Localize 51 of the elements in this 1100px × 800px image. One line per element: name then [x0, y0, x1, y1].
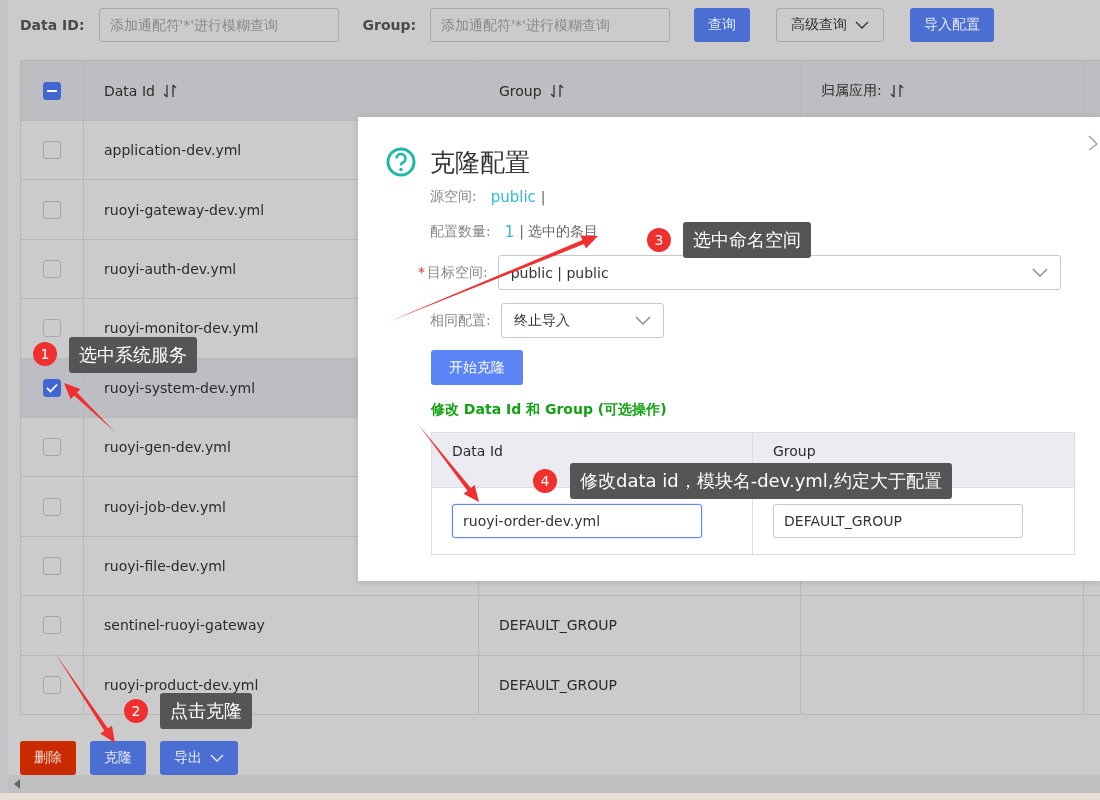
chevron-down-icon: [634, 316, 651, 325]
row-checkbox[interactable]: [43, 556, 61, 575]
callout: 点击克隆: [160, 693, 252, 729]
step-number: 2: [124, 699, 148, 723]
row-checkbox[interactable]: [43, 319, 61, 338]
chevron-down-icon: [210, 753, 224, 762]
dropdown-button[interactable]: 导出: [160, 740, 238, 775]
field-value: public: [490, 187, 536, 206]
row-checkbox[interactable]: [43, 497, 61, 516]
checkmark-icon: [46, 382, 58, 393]
scrollbar[interactable]: [8, 775, 1100, 793]
field-label: Group:: [362, 17, 417, 33]
data-id-field[interactable]: ruoyi-order-dev.yml: [452, 504, 702, 538]
field-value: 1: [504, 222, 515, 241]
table-cell: DEFAULT_GROUP: [478, 655, 800, 714]
row-checkbox[interactable]: [43, 675, 61, 694]
column-header: Group: [773, 443, 816, 459]
chevron-down-icon: [855, 21, 870, 29]
button[interactable]: 查询: [694, 8, 751, 42]
group-field[interactable]: DEFAULT_GROUP: [773, 504, 1023, 538]
callout: 选中系统服务: [69, 337, 197, 373]
search-field[interactable]: 添加通配符'*'进行模糊查询: [430, 8, 671, 42]
close-icon: [1088, 135, 1098, 151]
select-all-checkbox[interactable]: [43, 81, 61, 100]
row-checkbox[interactable]: [43, 200, 61, 219]
question-icon: [386, 147, 416, 177]
callout: 选中命名空间: [683, 222, 811, 258]
field-value: |: [540, 188, 546, 205]
search-field[interactable]: 添加通配符'*'进行模糊查询: [98, 8, 339, 42]
row-checkbox[interactable]: [43, 141, 61, 160]
row-checkbox[interactable]: [43, 616, 61, 635]
required-mark: *: [418, 263, 425, 280]
field-label: Data ID:: [20, 17, 85, 33]
row-checkbox[interactable]: [43, 378, 61, 397]
field-label: 源空间:: [430, 187, 477, 206]
table-cell: sentinel-ruoyi-gateway: [83, 596, 478, 655]
row-checkbox[interactable]: [43, 259, 61, 278]
chevron-down-icon: [1031, 268, 1048, 277]
sort-icon: [549, 83, 564, 98]
button[interactable]: 导入配置: [910, 8, 995, 42]
sort-icon: [162, 83, 177, 98]
scroll-left-icon: [14, 779, 20, 789]
delete-button[interactable]: 删除: [20, 740, 76, 775]
callout: 修改data id，模块名-dev.yml,约定大于配置: [570, 463, 952, 499]
table-cell: DEFAULT_GROUP: [478, 596, 800, 655]
step-number: 1: [33, 342, 57, 366]
button[interactable]: 克隆: [90, 740, 146, 775]
sort-icon: [889, 83, 904, 98]
row-checkbox[interactable]: [43, 438, 61, 457]
select-field[interactable]: 终止导入: [500, 303, 664, 338]
dropdown-button[interactable]: 高级查询: [776, 8, 885, 42]
